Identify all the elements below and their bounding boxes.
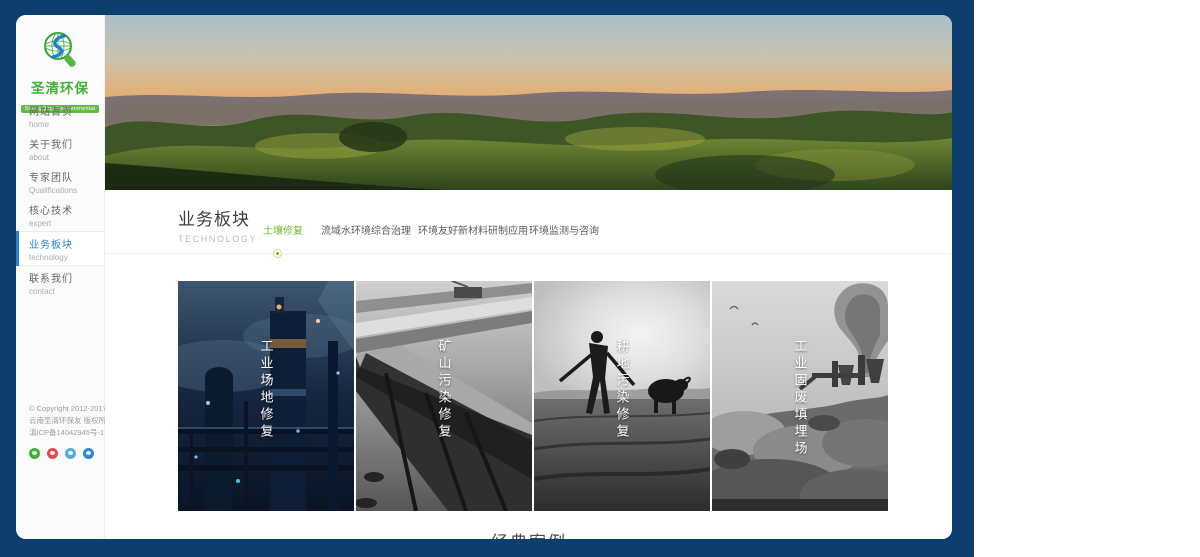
technology-tabs: 土壤修复 流域水环境综合治理 环境友好新材料研制应用 环境监测与咨询	[105, 222, 952, 236]
card-label: 工业场地修复	[257, 339, 276, 441]
sidebar-footer: © Copyright 2012-2017 云南圣清环保友 版权所有 滇ICP备…	[29, 403, 100, 459]
tab-divider-line	[105, 253, 952, 254]
nav-label-en: home	[29, 120, 104, 129]
main-area: 业务板块 TECHNOLOGY 土壤修复 流域水环境综合治理 环境友好新材料研制…	[105, 15, 952, 539]
tab-watershed-treatment[interactable]: 流域水环境综合治理	[321, 222, 411, 237]
active-tab-marker-dot	[273, 249, 282, 258]
sidebar-nav: 网站首页 home 关于我们 about 专家团队 Qualifications…	[16, 99, 104, 299]
tencent-weibo-icon[interactable]	[65, 448, 76, 459]
social-links	[29, 448, 100, 459]
sidebar-item-contact[interactable]: 联系我们 contact	[16, 266, 104, 299]
card-label: 矿山污染修复	[435, 339, 454, 441]
next-section-title: 经典案例	[105, 528, 952, 539]
nav-label-zh: 专家团队	[29, 169, 104, 184]
nav-label-en: technology	[29, 253, 104, 262]
nav-label-en: Qualifications	[29, 186, 104, 195]
page-card: 圣清环保 ShengQing Environmental 网站首页 home 关…	[16, 15, 952, 539]
nav-label-zh: 核心技术	[29, 202, 104, 217]
tab-soil-remediation[interactable]: 土壤修复	[263, 222, 303, 237]
card-mine-remediation[interactable]: 矿山污染修复	[356, 281, 532, 511]
icp-text: 滇ICP备14042945号-1	[29, 427, 100, 439]
weibo-icon[interactable]	[47, 448, 58, 459]
nav-label-en: expert	[29, 219, 104, 228]
business-section: 业务板块 TECHNOLOGY 土壤修复 流域水环境综合治理 环境友好新材料研制…	[105, 190, 952, 539]
card-label: 耕地污染修复	[613, 339, 632, 441]
nav-label-en: contact	[29, 287, 104, 296]
globe-magnifier-icon	[16, 28, 104, 76]
nav-label-zh: 联系我们	[29, 270, 104, 285]
wechat-icon[interactable]	[29, 448, 40, 459]
nav-label-en: about	[29, 153, 104, 162]
card-farmland-remediation[interactable]: 耕地污染修复	[534, 281, 710, 511]
sidebar: 圣清环保 ShengQing Environmental 网站首页 home 关…	[16, 15, 105, 539]
sidebar-item-expert[interactable]: 核心技术 expert	[16, 198, 104, 231]
hero-banner-image	[105, 15, 952, 190]
tab-monitoring-consulting[interactable]: 环境监测与咨询	[529, 222, 599, 237]
brand-name-zh: 圣清环保	[16, 77, 104, 97]
rights-text: 云南圣清环保友 版权所有	[29, 415, 100, 427]
nav-label-zh: 网站首页	[29, 103, 104, 118]
business-cards: 工业场地修复	[178, 281, 888, 511]
sidebar-item-home[interactable]: 网站首页 home	[16, 99, 104, 132]
sidebar-item-qualifications[interactable]: 专家团队 Qualifications	[16, 165, 104, 198]
sidebar-item-technology[interactable]: 业务板块 technology	[16, 231, 104, 266]
sidebar-item-about[interactable]: 关于我们 about	[16, 132, 104, 165]
tab-eco-materials[interactable]: 环境友好新材料研制应用	[418, 222, 528, 237]
card-label: 工业固废填埋场	[791, 339, 810, 458]
card-solid-waste-landfill[interactable]: 工业固废填埋场	[712, 281, 888, 511]
qq-icon[interactable]	[83, 448, 94, 459]
copyright-text: © Copyright 2012-2017	[29, 403, 100, 415]
nav-label-zh: 关于我们	[29, 136, 104, 151]
card-industrial-site[interactable]: 工业场地修复	[178, 281, 354, 511]
nav-label-zh: 业务板块	[29, 236, 104, 251]
